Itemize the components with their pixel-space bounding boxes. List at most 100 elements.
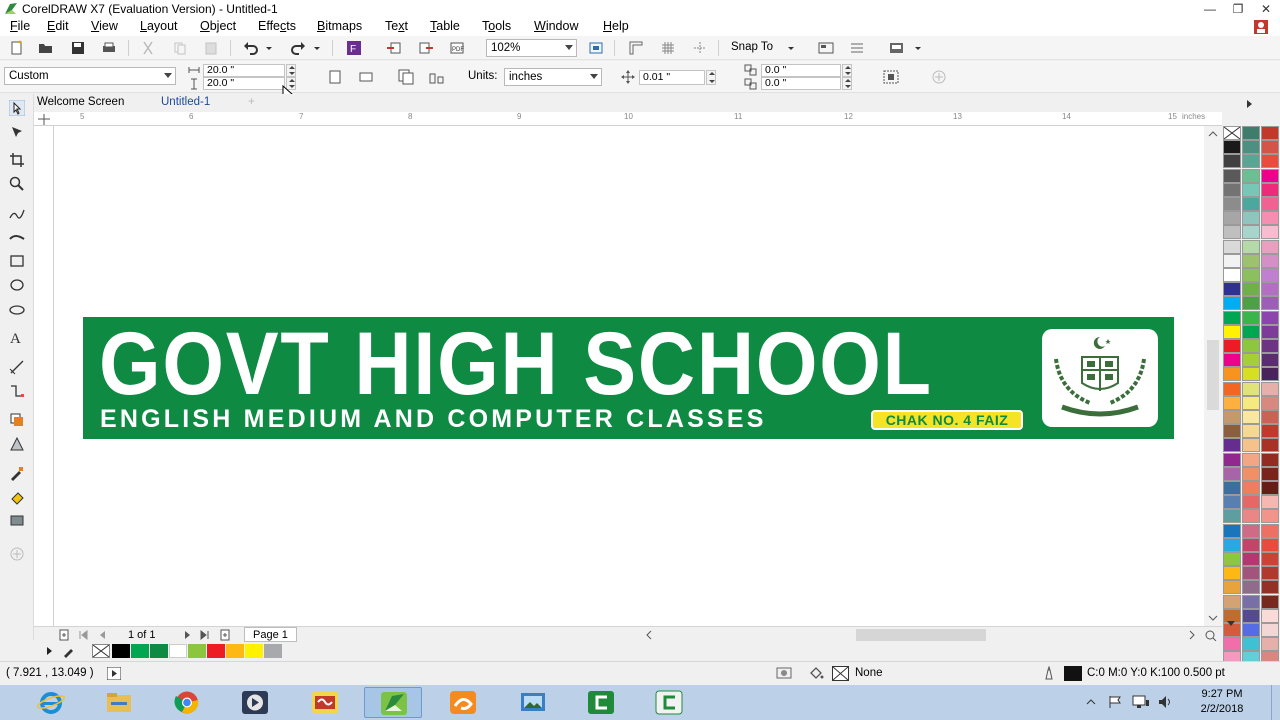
palette-swatch[interactable] — [1223, 140, 1241, 155]
treat-as-filled-icon[interactable] — [882, 69, 900, 85]
palette-swatch[interactable] — [1223, 197, 1241, 211]
palette-swatch[interactable] — [1242, 268, 1260, 282]
new-document-icon[interactable] — [9, 40, 25, 56]
palette-no-color-swatch[interactable] — [1223, 126, 1241, 140]
palette-swatch[interactable] — [1261, 339, 1279, 353]
palette-swatch[interactable] — [1223, 282, 1241, 297]
palette-swatch[interactable] — [1242, 580, 1260, 595]
palette-swatch[interactable] — [1223, 523, 1241, 538]
polygon-tool-icon[interactable] — [9, 301, 25, 317]
palette-swatch[interactable] — [1261, 523, 1279, 538]
volume-icon[interactable] — [1158, 695, 1174, 709]
palette-swatch[interactable] — [1242, 452, 1260, 467]
palette-swatch[interactable] — [1242, 438, 1260, 453]
ruler-origin-icon[interactable] — [38, 114, 50, 125]
palette-swatch[interactable] — [1261, 395, 1279, 410]
welcome-screen-icon[interactable] — [889, 40, 905, 56]
smart-fill-tool-icon[interactable] — [9, 513, 25, 529]
interactive-fill-tool-icon[interactable] — [9, 489, 25, 505]
palette-swatch[interactable] — [1261, 296, 1279, 311]
palette-swatch[interactable] — [1242, 324, 1260, 339]
palette-swatch[interactable] — [1261, 424, 1279, 439]
palette-swatch[interactable] — [1261, 537, 1279, 552]
duplicate-y-spinner[interactable] — [842, 77, 852, 90]
palette-swatch[interactable] — [1242, 410, 1260, 424]
scroll-up-icon[interactable] — [1208, 130, 1218, 138]
taskbar-chrome[interactable] — [158, 687, 216, 718]
palette-swatch[interactable] — [1261, 126, 1279, 140]
palette-swatch[interactable] — [1261, 410, 1279, 424]
palette-swatch[interactable] — [1223, 154, 1241, 169]
palette-swatch[interactable] — [1242, 197, 1260, 211]
play-macro-icon[interactable] — [107, 667, 121, 680]
palette-swatch[interactable] — [1261, 140, 1279, 155]
fill-none-swatch[interactable] — [832, 666, 849, 681]
palette-swatch[interactable] — [1261, 367, 1279, 382]
palette-swatch[interactable] — [1261, 239, 1279, 254]
docpal-no-color[interactable] — [92, 644, 110, 658]
taskbar-media-app[interactable] — [226, 687, 284, 718]
page-1-tab[interactable]: Page 1 — [244, 627, 297, 642]
previous-page-icon[interactable] — [97, 630, 107, 640]
last-page-icon[interactable] — [200, 630, 210, 640]
docpal-swatch-green[interactable] — [131, 644, 149, 658]
menu-bitmaps[interactable]: Bitmaps — [317, 19, 362, 33]
palette-swatch[interactable] — [1261, 268, 1279, 282]
print-icon[interactable] — [101, 40, 117, 56]
application-launcher-icon[interactable] — [849, 40, 865, 56]
palette-swatch[interactable] — [1261, 154, 1279, 169]
palette-swatch[interactable] — [1261, 182, 1279, 197]
save-icon[interactable] — [70, 40, 86, 56]
menu-object[interactable]: Object — [200, 19, 236, 33]
menu-help[interactable]: Help — [603, 19, 629, 33]
search-content-icon[interactable]: F — [346, 40, 362, 56]
fill-bucket-icon[interactable] — [808, 666, 824, 680]
palette-swatch[interactable] — [1261, 168, 1279, 183]
open-folder-icon[interactable] — [38, 40, 54, 56]
palette-swatch[interactable] — [1242, 509, 1260, 524]
drop-shadow-tool-icon[interactable] — [9, 412, 25, 428]
palette-swatch[interactable] — [1242, 381, 1260, 396]
palette-swatch[interactable] — [1242, 339, 1260, 353]
palette-scroll-right-icon[interactable] — [1246, 99, 1254, 109]
palette-swatch[interactable] — [1223, 580, 1241, 595]
palette-swatch[interactable] — [1223, 211, 1241, 226]
action-center-flag-icon[interactable] — [1107, 695, 1123, 709]
tab-untitled-1[interactable]: Untitled-1 — [161, 96, 210, 108]
full-screen-preview-icon[interactable] — [588, 40, 604, 56]
palette-swatch[interactable] — [1223, 367, 1241, 382]
taskbar-camtasia-2[interactable] — [640, 687, 698, 718]
palette-swatch[interactable] — [1242, 225, 1260, 240]
palette-swatch[interactable] — [1261, 466, 1279, 481]
export-icon[interactable] — [418, 40, 434, 56]
taskbar-photo-viewer[interactable] — [504, 687, 562, 718]
scroll-left-icon[interactable] — [644, 630, 654, 640]
palette-swatch[interactable] — [1242, 310, 1260, 325]
rectangle-tool-icon[interactable] — [9, 253, 25, 269]
docpal-swatch-yellow[interactable] — [245, 644, 263, 658]
palette-swatch[interactable] — [1223, 594, 1241, 609]
add-page-before-icon[interactable] — [58, 629, 70, 641]
tab-welcome-screen[interactable]: Welcome Screen — [37, 96, 124, 108]
palette-swatch[interactable] — [1242, 282, 1260, 297]
menu-window[interactable]: Window — [534, 19, 578, 33]
palette-swatch[interactable] — [1242, 239, 1260, 254]
menu-table[interactable]: Table — [430, 19, 460, 33]
vertical-scrollbar[interactable] — [1204, 126, 1222, 626]
palette-swatch[interactable] — [1242, 253, 1260, 268]
portrait-icon[interactable] — [327, 69, 343, 85]
palette-swatch[interactable] — [1223, 438, 1241, 453]
palette-swatch[interactable] — [1223, 310, 1241, 325]
zoom-level-select[interactable]: 102% — [486, 39, 577, 57]
docpal-arrow-icon[interactable] — [46, 646, 54, 656]
artistic-media-tool-icon[interactable] — [9, 229, 25, 245]
docpal-swatch-red[interactable] — [207, 644, 225, 658]
palette-swatch[interactable] — [1223, 182, 1241, 197]
menu-layout[interactable]: Layout — [140, 19, 178, 33]
palette-swatch[interactable] — [1242, 466, 1260, 481]
palette-swatch[interactable] — [1261, 481, 1279, 495]
units-select[interactable]: inches — [504, 68, 602, 86]
menu-edit[interactable]: Edit — [47, 19, 69, 33]
docpal-swatch-lime[interactable] — [188, 644, 206, 658]
add-toolbar-item-icon[interactable] — [931, 69, 947, 85]
